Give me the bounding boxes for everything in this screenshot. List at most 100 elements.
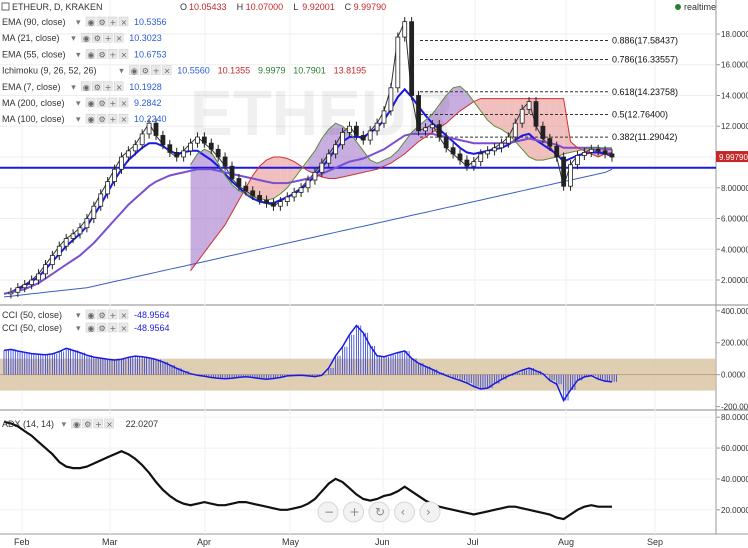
candle-body — [181, 150, 187, 158]
add-icon: + — [105, 83, 112, 92]
candle-body — [119, 156, 124, 170]
indicator-label[interactable]: MA (200, close) — [2, 98, 65, 108]
cloud-segment — [494, 98, 502, 130]
candle-body — [146, 122, 152, 135]
candle-body — [77, 227, 83, 235]
eye-icon: ◉ — [88, 311, 95, 320]
ohlc-value: 10.05433 — [189, 2, 227, 12]
candle-body — [595, 148, 601, 152]
dropdown-arrow-icon[interactable]: ▾ — [119, 67, 124, 77]
candle-body — [70, 233, 76, 239]
dropdown-arrow-icon[interactable]: ▾ — [76, 50, 81, 60]
cci-label[interactable]: CCI (50, close) — [2, 323, 62, 333]
current-price-label: 9.99790 — [719, 153, 748, 162]
candle-body — [8, 291, 14, 295]
indicator-value: 9.9979 — [258, 66, 286, 76]
cloud-segment — [197, 149, 205, 262]
realtime-dot-icon — [675, 4, 681, 10]
indicator-value: 10.5356 — [134, 17, 167, 27]
cci-pane[interactable] — [0, 305, 716, 410]
adx-label[interactable]: ADX (14, 14) — [2, 419, 54, 429]
candle-body — [215, 148, 221, 158]
candle-body — [271, 202, 276, 207]
candle-body — [464, 159, 470, 167]
dropdown-arrow-icon[interactable]: ▾ — [76, 311, 81, 321]
dropdown-arrow-icon[interactable]: ▾ — [71, 34, 76, 44]
add-icon: + — [153, 67, 160, 76]
candle-body — [22, 284, 28, 289]
candle-body — [298, 187, 304, 193]
candle-body — [63, 238, 69, 247]
adx-tick-label: 40.0000 — [721, 475, 748, 484]
settings-icon: ⚙ — [142, 67, 149, 76]
price-tick-label: 2.00000 — [721, 276, 748, 285]
close-icon: × — [121, 324, 128, 333]
indicator-value: 10.6753 — [134, 49, 167, 59]
candle-body — [160, 135, 166, 146]
add-icon: + — [105, 34, 112, 43]
add-icon: + — [110, 99, 117, 108]
dropdown-arrow-icon[interactable]: ▾ — [76, 99, 81, 109]
fib-level-label: 0.786(16.33557) — [612, 55, 678, 65]
month-label: Sep — [647, 537, 663, 547]
indicator-label[interactable]: EMA (7, close) — [2, 82, 61, 92]
watermark: ETHEUR — [190, 77, 453, 149]
dropdown-arrow-icon[interactable]: ▾ — [76, 115, 81, 125]
dropdown-arrow-icon[interactable]: ▾ — [76, 18, 81, 28]
symbol-title[interactable]: ETHEUR, D, KRAKEN — [12, 2, 103, 12]
add-icon: + — [110, 324, 117, 333]
candle-body — [250, 190, 256, 196]
indicator-label[interactable]: MA (100, close) — [2, 114, 65, 124]
month-label: Apr — [197, 537, 211, 547]
close-icon: × — [116, 34, 123, 43]
cci-label[interactable]: CCI (50, close) — [2, 310, 62, 320]
close-icon: × — [121, 311, 128, 320]
candle-body — [243, 185, 249, 192]
candle-body — [499, 142, 504, 149]
ohlc-readout: O 10.05433 H 10.07000 L 9.92001 C 9.99790 — [180, 2, 386, 12]
settings-icon: ⚙ — [99, 18, 106, 27]
ohlc-key: O — [180, 2, 187, 12]
dropdown-arrow-icon[interactable]: ▾ — [62, 420, 67, 430]
cci-value: -48.9564 — [134, 323, 170, 333]
settings-icon: ⚙ — [94, 83, 101, 92]
settings-icon: ⚙ — [99, 50, 106, 59]
indicator-label[interactable]: MA (21, close) — [2, 33, 60, 43]
dropdown-arrow-icon[interactable]: ▾ — [71, 83, 76, 93]
cci-value: -48.9564 — [134, 310, 170, 320]
candle-body — [540, 125, 546, 139]
month-label: Feb — [14, 537, 30, 547]
settings-icon: ⚙ — [99, 115, 106, 124]
candle-body — [91, 205, 97, 219]
indicator-label[interactable]: EMA (55, close) — [2, 49, 66, 59]
settings-icon: ⚙ — [84, 420, 91, 429]
eye-icon: ◉ — [83, 83, 90, 92]
eye-icon: ◉ — [73, 420, 80, 429]
indicator-label[interactable]: Ichimoku (9, 26, 52, 26) — [2, 66, 97, 76]
candle-body — [167, 144, 173, 153]
zoom-in-icon: + — [350, 505, 360, 519]
fib-level-label: 0.618(14.23758) — [612, 87, 678, 97]
candle-body — [457, 153, 463, 161]
candle-body — [478, 153, 484, 163]
fib-level-label: 0.5(12.76400) — [612, 110, 668, 120]
ohlc-key: L — [293, 2, 298, 12]
candle-body — [98, 193, 104, 207]
candle-body — [326, 153, 332, 164]
candle-body — [505, 136, 511, 144]
realtime-label[interactable]: realtime — [684, 2, 716, 12]
candle-body — [319, 162, 325, 173]
zoom-out-icon: − — [324, 505, 334, 519]
price-tick-label: 6.00000 — [721, 215, 748, 224]
candle-body — [49, 255, 55, 266]
candle-body — [471, 161, 477, 167]
dropdown-arrow-icon[interactable]: ▾ — [76, 324, 81, 334]
close-icon: × — [116, 83, 123, 92]
candle-body — [312, 171, 318, 181]
indicator-label[interactable]: EMA (90, close) — [2, 17, 66, 27]
scroll-left-icon: ‹ — [401, 505, 406, 519]
candle-body — [84, 218, 90, 229]
candle-body — [174, 151, 180, 158]
indicator-value: 13.8195 — [334, 66, 367, 76]
candle-body — [36, 273, 41, 281]
